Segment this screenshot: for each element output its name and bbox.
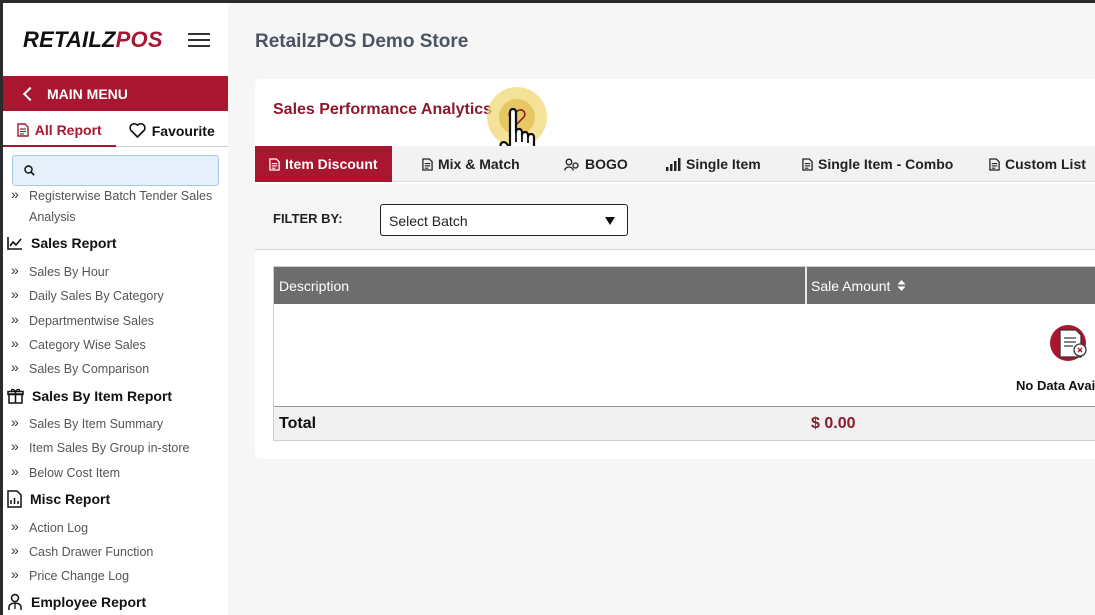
tab-label: BOGO <box>585 156 628 172</box>
tab-custom-list[interactable]: Custom List <box>989 146 1086 182</box>
column-header-description[interactable]: Description <box>279 267 349 304</box>
section-sales-by-item-report: Sales By Item Report <box>7 387 172 404</box>
double-chevron-right-icon: » <box>11 286 19 302</box>
tab-label: Custom List <box>1005 156 1086 172</box>
filter-label: FILTER BY: <box>273 211 343 226</box>
section-label: Sales Report <box>31 235 117 251</box>
tab-all-report[interactable]: All Report <box>3 115 116 147</box>
click-highlight <box>487 87 547 147</box>
table-header: Description Sale Amount <box>274 267 1095 304</box>
logo[interactable]: RETAILZPOS <box>23 27 163 53</box>
tab-label: Item Discount <box>285 156 378 172</box>
tab-single-item[interactable]: Single Item <box>665 146 761 182</box>
no-data-icon <box>1050 325 1087 361</box>
main-menu-label: MAIN MENU <box>47 85 128 102</box>
document-icon <box>269 157 280 171</box>
menu-item-sales-by-item-summary[interactable]: » Sales By Item Summary <box>11 414 219 435</box>
double-chevron-right-icon: » <box>11 566 19 582</box>
report-card: Sales Performance Analytics Item Discoun… <box>255 79 1095 459</box>
document-icon <box>802 157 813 171</box>
document-chart-icon <box>7 490 22 508</box>
hamburger-menu-icon[interactable] <box>188 33 210 48</box>
users-icon <box>564 158 579 171</box>
main-menu-back-button[interactable]: MAIN MENU <box>3 76 228 111</box>
double-chevron-right-icon: » <box>11 518 19 534</box>
sort-icon[interactable] <box>897 279 906 292</box>
section-label: Employee Report <box>31 594 147 610</box>
double-chevron-right-icon: » <box>11 262 19 278</box>
report-table: Description Sale Amount No Data Avai Tot… <box>273 266 1095 441</box>
search-input[interactable] <box>41 161 213 181</box>
logo-text: RETAILZ <box>23 27 116 52</box>
no-data-text: No Data Avai <box>1016 378 1095 393</box>
tab-mix-match[interactable]: Mix & Match <box>422 146 520 182</box>
section-employee-report: Employee Report <box>7 593 146 611</box>
tab-favourite[interactable]: Favourite <box>115 115 228 147</box>
batch-select[interactable]: Select Batch <box>380 204 628 236</box>
column-header-sale-amount[interactable]: Sale Amount <box>805 267 906 304</box>
document-icon <box>422 157 433 171</box>
double-chevron-right-icon: » <box>11 414 19 430</box>
menu-item-sales-by-hour[interactable]: » Sales By Hour <box>11 262 219 283</box>
menu-item-below-cost-item[interactable]: » Below Cost Item <box>11 463 219 484</box>
page-title: Sales Performance Analytics <box>273 101 493 118</box>
menu-item-registerwise-batch[interactable]: » Registerwise Batch Tender Sales Analysi… <box>11 186 219 228</box>
double-chevron-right-icon: » <box>11 311 19 327</box>
line-chart-icon <box>7 237 22 250</box>
menu-item-action-log[interactable]: » Action Log <box>11 518 219 539</box>
section-misc-report: Misc Report <box>7 490 110 508</box>
add-favourite-button[interactable] <box>499 99 535 135</box>
filter-bar: FILTER BY: Select Batch <box>255 184 1095 250</box>
menu-item-departmentwise-sales[interactable]: » Departmentwise Sales <box>11 311 219 332</box>
report-tabs: Item Discount Mix & Match BOGO Single It… <box>255 146 1095 182</box>
app-window: RETAILZPOS MAIN MENU All Report Favourit… <box>3 3 1095 615</box>
employee-icon <box>8 593 22 610</box>
heart-icon <box>508 109 526 125</box>
menu-item-sales-by-comparison[interactable]: » Sales By Comparison <box>11 359 219 380</box>
table-body: No Data Avai <box>274 304 1095 406</box>
tab-single-item-combo[interactable]: Single Item - Combo <box>802 146 953 182</box>
double-chevron-right-icon: » <box>11 463 19 479</box>
tab-bogo[interactable]: BOGO <box>564 146 628 182</box>
chevron-left-icon <box>22 86 38 101</box>
column-label: Sale Amount <box>811 277 891 294</box>
heart-icon <box>129 123 146 138</box>
document-icon <box>989 157 1000 171</box>
menu-item-daily-sales-by-category[interactable]: » Daily Sales By Category <box>11 286 219 307</box>
menu-item-item-sales-by-group[interactable]: » Item Sales By Group in-store <box>11 438 219 459</box>
logo-text-accent: POS <box>115 27 163 52</box>
tab-label: Single Item - Combo <box>818 156 954 172</box>
tab-item-discount[interactable]: Item Discount <box>255 146 392 182</box>
section-sales-report: Sales Report <box>7 235 117 251</box>
table-total-row: Total $ 0.00 <box>274 406 1095 440</box>
double-chevron-right-icon: » <box>11 542 19 558</box>
double-chevron-right-icon: » <box>11 335 19 351</box>
double-chevron-right-icon: » <box>11 186 19 202</box>
total-value: $ 0.00 <box>811 415 856 432</box>
section-label: Sales By Item Report <box>32 387 173 404</box>
caret-down-icon <box>605 217 615 225</box>
sidebar: RETAILZPOS MAIN MENU All Report Favourit… <box>3 3 228 615</box>
double-chevron-right-icon: » <box>11 359 19 375</box>
sidebar-search <box>12 155 219 186</box>
sidebar-tabs: All Report Favourite <box>3 115 228 147</box>
total-label: Total <box>279 415 317 432</box>
document-icon <box>17 123 29 137</box>
double-chevron-right-icon: » <box>11 438 19 454</box>
gift-box-icon <box>7 388 24 404</box>
batch-select-value: Select Batch <box>389 213 468 229</box>
store-title: RetailzPOS Demo Store <box>255 31 469 52</box>
column-label: Description <box>279 277 350 294</box>
tab-label: Single Item <box>686 156 761 172</box>
menu-item-price-change-log[interactable]: » Price Change Log <box>11 566 219 587</box>
tab-all-report-label: All Report <box>34 122 102 138</box>
logo-row: RETAILZPOS <box>3 3 228 76</box>
menu-item-category-wise-sales[interactable]: » Category Wise Sales <box>11 335 219 356</box>
tab-label: Mix & Match <box>438 156 520 172</box>
section-label: Misc Report <box>30 491 111 507</box>
bar-chart-icon <box>666 158 681 171</box>
search-icon <box>24 165 35 176</box>
menu-item-cash-drawer-function[interactable]: » Cash Drawer Function <box>11 542 219 563</box>
tab-favourite-label: Favourite <box>151 122 215 139</box>
